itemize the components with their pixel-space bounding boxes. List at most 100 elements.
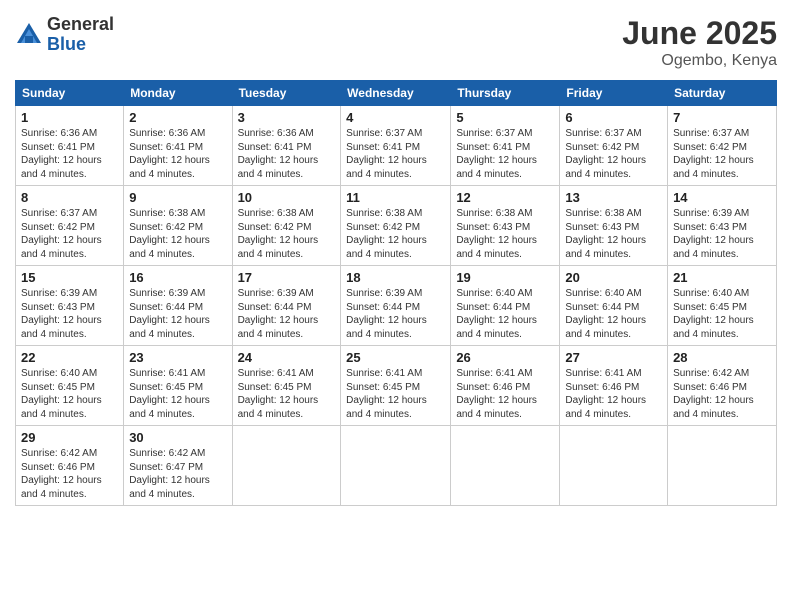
table-row xyxy=(668,426,777,506)
col-saturday: Saturday xyxy=(668,81,777,106)
day-info: Sunrise: 6:39 AMSunset: 6:44 PMDaylight:… xyxy=(346,288,427,340)
day-number: 30 xyxy=(129,430,226,445)
table-row: 21 Sunrise: 6:40 AMSunset: 6:45 PMDaylig… xyxy=(668,266,777,346)
day-number: 29 xyxy=(21,430,118,445)
col-thursday: Thursday xyxy=(451,81,560,106)
header: General Blue June 2025 Ogembo, Kenya xyxy=(15,15,777,70)
table-row: 12 Sunrise: 6:38 AMSunset: 6:43 PMDaylig… xyxy=(451,186,560,266)
day-info: Sunrise: 6:41 AMSunset: 6:46 PMDaylight:… xyxy=(456,368,537,420)
table-row: 13 Sunrise: 6:38 AMSunset: 6:43 PMDaylig… xyxy=(560,186,668,266)
day-info: Sunrise: 6:37 AMSunset: 6:41 PMDaylight:… xyxy=(456,128,537,180)
table-row: 25 Sunrise: 6:41 AMSunset: 6:45 PMDaylig… xyxy=(341,346,451,426)
day-number: 23 xyxy=(129,350,226,365)
day-number: 3 xyxy=(238,110,336,125)
day-number: 26 xyxy=(456,350,554,365)
table-row: 4 Sunrise: 6:37 AMSunset: 6:41 PMDayligh… xyxy=(341,106,451,186)
table-row: 9 Sunrise: 6:38 AMSunset: 6:42 PMDayligh… xyxy=(124,186,232,266)
table-row: 11 Sunrise: 6:38 AMSunset: 6:42 PMDaylig… xyxy=(341,186,451,266)
day-info: Sunrise: 6:38 AMSunset: 6:42 PMDaylight:… xyxy=(346,208,427,260)
table-row: 6 Sunrise: 6:37 AMSunset: 6:42 PMDayligh… xyxy=(560,106,668,186)
day-number: 4 xyxy=(346,110,445,125)
day-info: Sunrise: 6:40 AMSunset: 6:45 PMDaylight:… xyxy=(21,368,102,420)
table-row: 5 Sunrise: 6:37 AMSunset: 6:41 PMDayligh… xyxy=(451,106,560,186)
table-row: 22 Sunrise: 6:40 AMSunset: 6:45 PMDaylig… xyxy=(16,346,124,426)
table-row: 27 Sunrise: 6:41 AMSunset: 6:46 PMDaylig… xyxy=(560,346,668,426)
day-number: 28 xyxy=(673,350,771,365)
col-monday: Monday xyxy=(124,81,232,106)
day-info: Sunrise: 6:37 AMSunset: 6:42 PMDaylight:… xyxy=(565,128,646,180)
page: General Blue June 2025 Ogembo, Kenya Sun… xyxy=(0,0,792,612)
day-info: Sunrise: 6:38 AMSunset: 6:43 PMDaylight:… xyxy=(456,208,537,260)
table-row: 10 Sunrise: 6:38 AMSunset: 6:42 PMDaylig… xyxy=(232,186,341,266)
day-info: Sunrise: 6:36 AMSunset: 6:41 PMDaylight:… xyxy=(21,128,102,180)
table-row: 16 Sunrise: 6:39 AMSunset: 6:44 PMDaylig… xyxy=(124,266,232,346)
day-info: Sunrise: 6:37 AMSunset: 6:41 PMDaylight:… xyxy=(346,128,427,180)
day-number: 6 xyxy=(565,110,662,125)
day-info: Sunrise: 6:40 AMSunset: 6:44 PMDaylight:… xyxy=(565,288,646,340)
day-info: Sunrise: 6:36 AMSunset: 6:41 PMDaylight:… xyxy=(238,128,319,180)
day-number: 17 xyxy=(238,270,336,285)
day-info: Sunrise: 6:39 AMSunset: 6:43 PMDaylight:… xyxy=(21,288,102,340)
day-number: 18 xyxy=(346,270,445,285)
table-row: 7 Sunrise: 6:37 AMSunset: 6:42 PMDayligh… xyxy=(668,106,777,186)
day-number: 22 xyxy=(21,350,118,365)
logo-blue-text: Blue xyxy=(47,35,114,55)
day-number: 8 xyxy=(21,190,118,205)
day-number: 25 xyxy=(346,350,445,365)
day-info: Sunrise: 6:41 AMSunset: 6:45 PMDaylight:… xyxy=(346,368,427,420)
day-info: Sunrise: 6:38 AMSunset: 6:43 PMDaylight:… xyxy=(565,208,646,260)
logo-text: General Blue xyxy=(47,15,114,55)
day-info: Sunrise: 6:38 AMSunset: 6:42 PMDaylight:… xyxy=(238,208,319,260)
table-row xyxy=(451,426,560,506)
table-row: 26 Sunrise: 6:41 AMSunset: 6:46 PMDaylig… xyxy=(451,346,560,426)
table-row: 28 Sunrise: 6:42 AMSunset: 6:46 PMDaylig… xyxy=(668,346,777,426)
day-info: Sunrise: 6:37 AMSunset: 6:42 PMDaylight:… xyxy=(673,128,754,180)
day-number: 1 xyxy=(21,110,118,125)
day-number: 21 xyxy=(673,270,771,285)
day-info: Sunrise: 6:42 AMSunset: 6:46 PMDaylight:… xyxy=(673,368,754,420)
location: Ogembo, Kenya xyxy=(622,52,777,70)
day-info: Sunrise: 6:42 AMSunset: 6:46 PMDaylight:… xyxy=(21,448,102,500)
day-number: 16 xyxy=(129,270,226,285)
day-number: 12 xyxy=(456,190,554,205)
logo: General Blue xyxy=(15,15,114,55)
day-info: Sunrise: 6:36 AMSunset: 6:41 PMDaylight:… xyxy=(129,128,210,180)
day-number: 13 xyxy=(565,190,662,205)
day-info: Sunrise: 6:41 AMSunset: 6:46 PMDaylight:… xyxy=(565,368,646,420)
day-info: Sunrise: 6:39 AMSunset: 6:44 PMDaylight:… xyxy=(238,288,319,340)
day-info: Sunrise: 6:41 AMSunset: 6:45 PMDaylight:… xyxy=(238,368,319,420)
day-number: 9 xyxy=(129,190,226,205)
table-row xyxy=(341,426,451,506)
table-row: 14 Sunrise: 6:39 AMSunset: 6:43 PMDaylig… xyxy=(668,186,777,266)
day-info: Sunrise: 6:41 AMSunset: 6:45 PMDaylight:… xyxy=(129,368,210,420)
table-row: 15 Sunrise: 6:39 AMSunset: 6:43 PMDaylig… xyxy=(16,266,124,346)
day-info: Sunrise: 6:40 AMSunset: 6:45 PMDaylight:… xyxy=(673,288,754,340)
day-number: 2 xyxy=(129,110,226,125)
month-title: June 2025 xyxy=(622,15,777,52)
table-row: 29 Sunrise: 6:42 AMSunset: 6:46 PMDaylig… xyxy=(16,426,124,506)
table-row xyxy=(560,426,668,506)
table-row: 19 Sunrise: 6:40 AMSunset: 6:44 PMDaylig… xyxy=(451,266,560,346)
col-sunday: Sunday xyxy=(16,81,124,106)
day-number: 27 xyxy=(565,350,662,365)
day-info: Sunrise: 6:39 AMSunset: 6:44 PMDaylight:… xyxy=(129,288,210,340)
table-row: 8 Sunrise: 6:37 AMSunset: 6:42 PMDayligh… xyxy=(16,186,124,266)
logo-icon xyxy=(15,21,43,49)
day-number: 10 xyxy=(238,190,336,205)
col-friday: Friday xyxy=(560,81,668,106)
day-number: 14 xyxy=(673,190,771,205)
logo-general-text: General xyxy=(47,15,114,35)
day-info: Sunrise: 6:38 AMSunset: 6:42 PMDaylight:… xyxy=(129,208,210,260)
title-block: June 2025 Ogembo, Kenya xyxy=(622,15,777,70)
day-info: Sunrise: 6:37 AMSunset: 6:42 PMDaylight:… xyxy=(21,208,102,260)
table-row: 30 Sunrise: 6:42 AMSunset: 6:47 PMDaylig… xyxy=(124,426,232,506)
calendar-week-2: 8 Sunrise: 6:37 AMSunset: 6:42 PMDayligh… xyxy=(16,186,777,266)
table-row: 17 Sunrise: 6:39 AMSunset: 6:44 PMDaylig… xyxy=(232,266,341,346)
col-tuesday: Tuesday xyxy=(232,81,341,106)
table-row: 23 Sunrise: 6:41 AMSunset: 6:45 PMDaylig… xyxy=(124,346,232,426)
day-number: 5 xyxy=(456,110,554,125)
day-number: 11 xyxy=(346,190,445,205)
table-row: 3 Sunrise: 6:36 AMSunset: 6:41 PMDayligh… xyxy=(232,106,341,186)
table-row xyxy=(232,426,341,506)
header-row: Sunday Monday Tuesday Wednesday Thursday… xyxy=(16,81,777,106)
